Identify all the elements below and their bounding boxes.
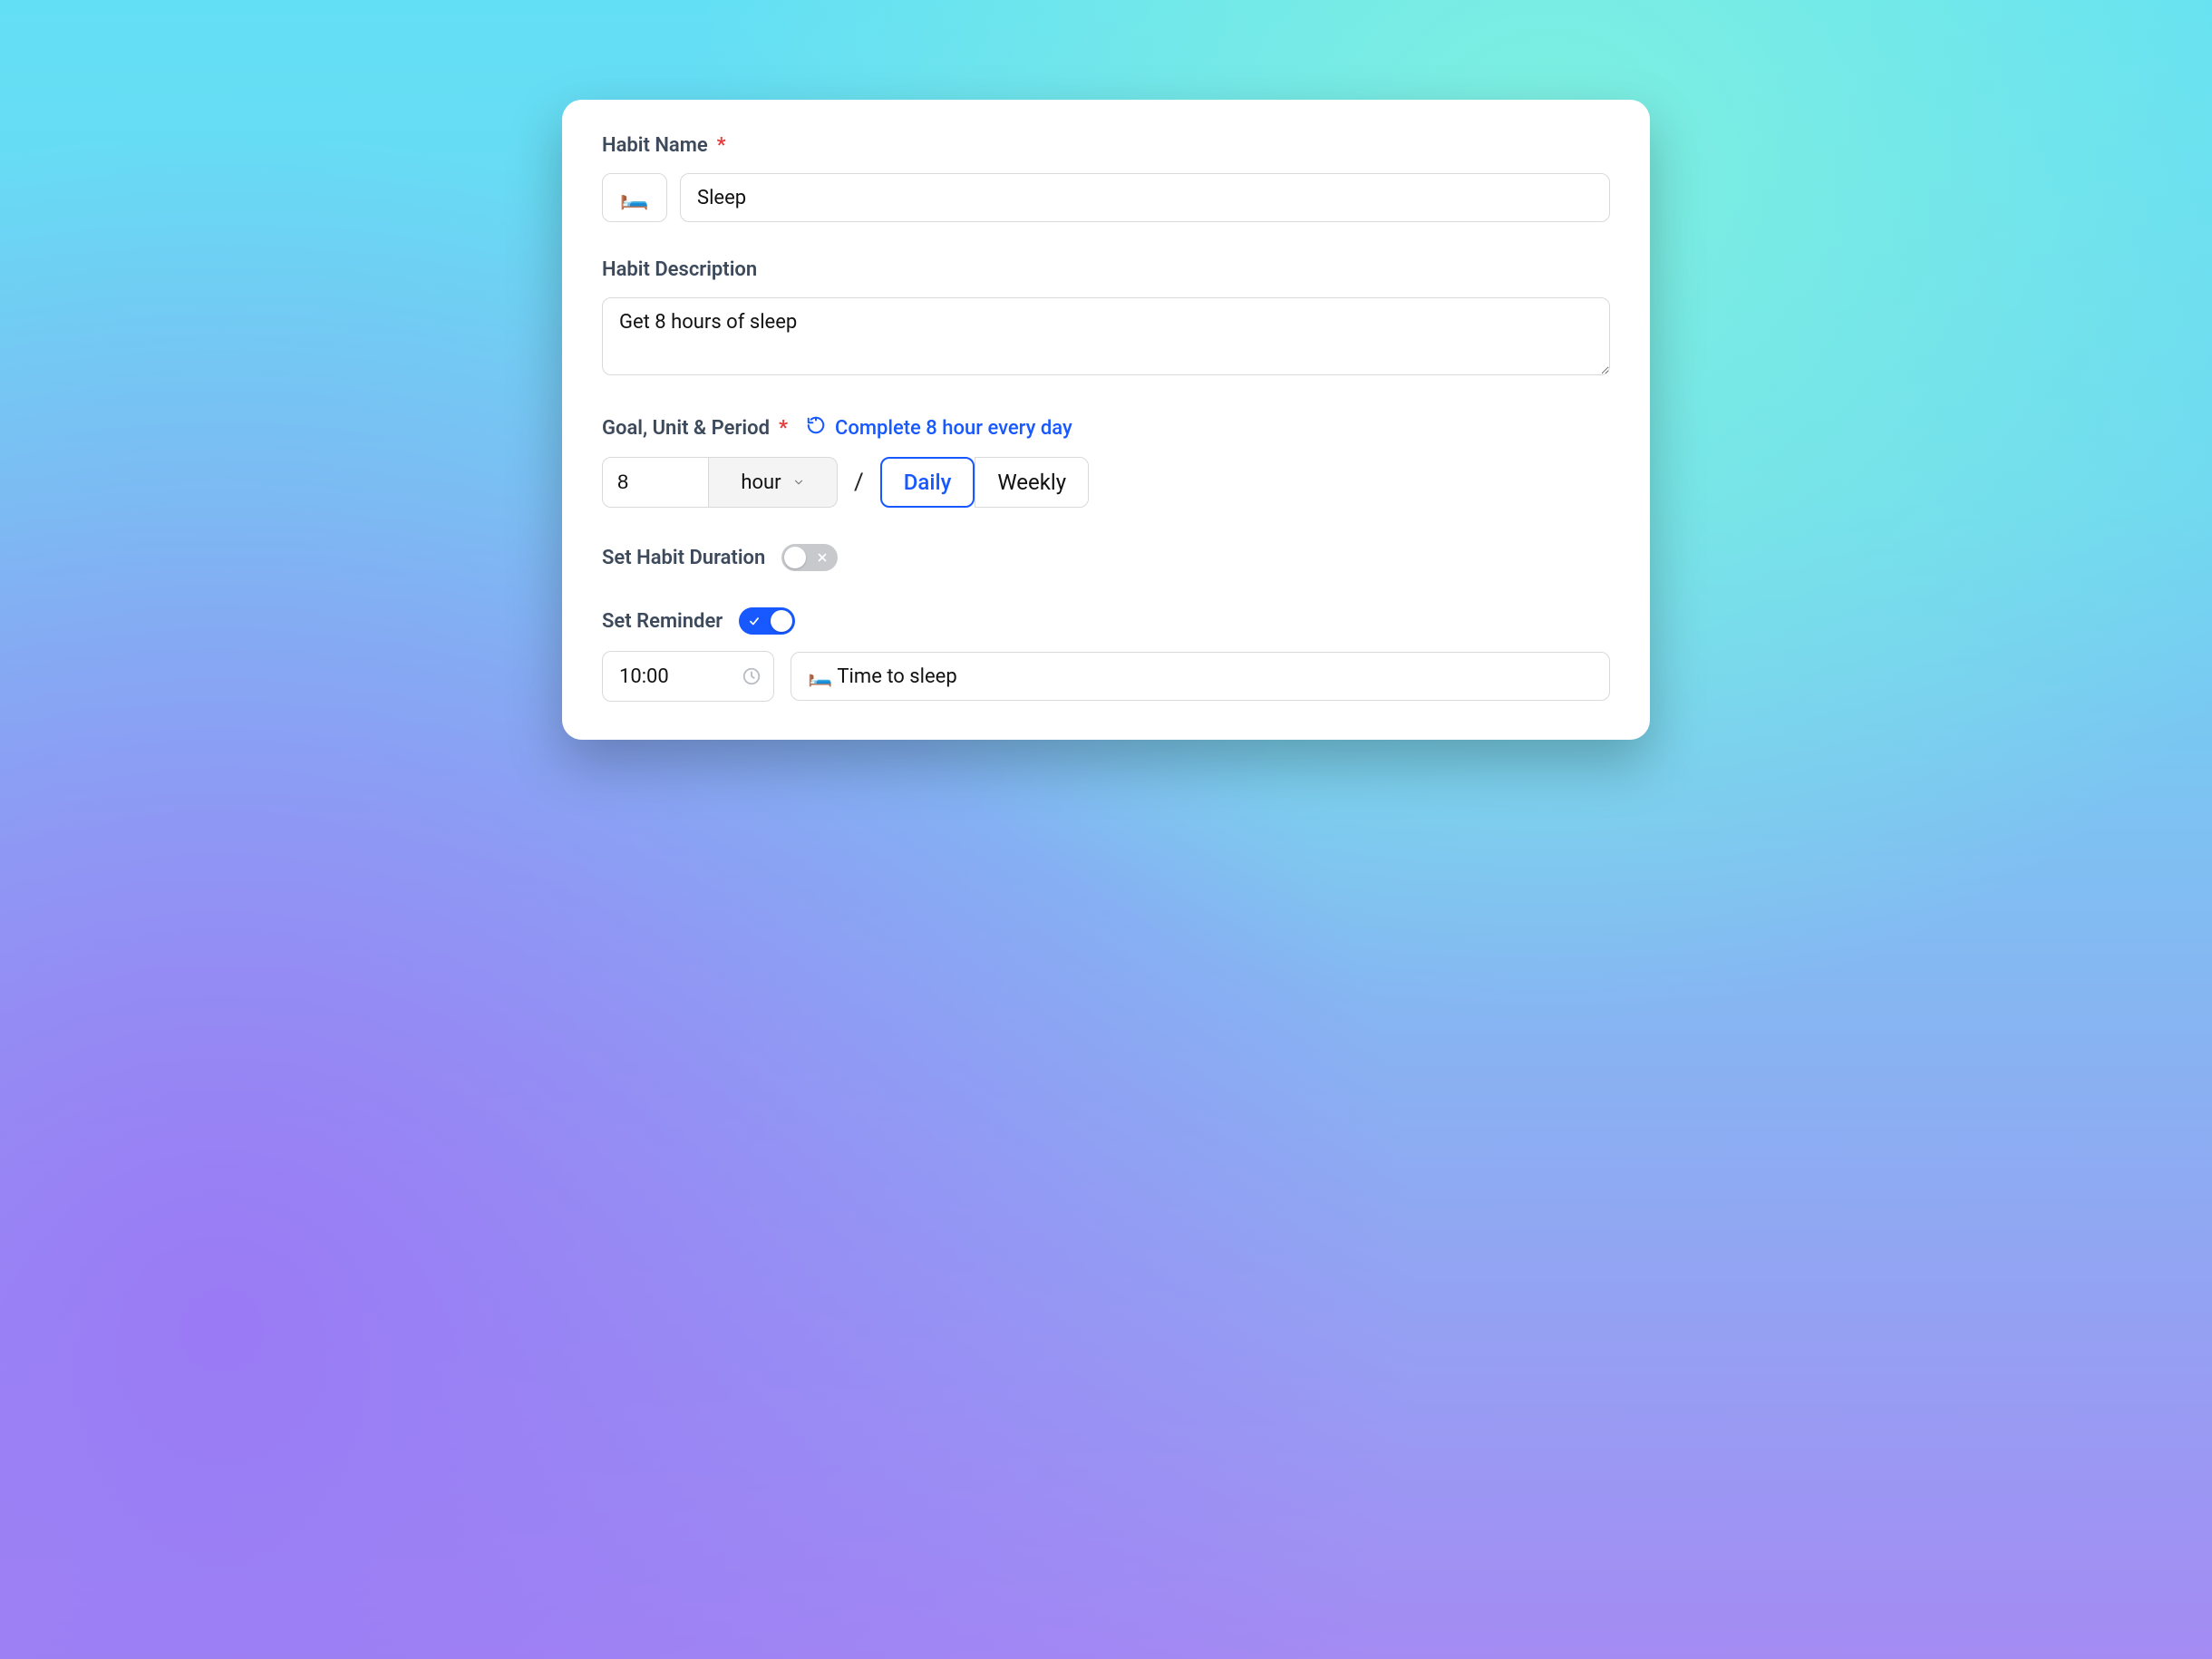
bed-icon: 🛏️ bbox=[620, 184, 649, 211]
habit-name-input[interactable] bbox=[680, 173, 1610, 222]
toggle-knob bbox=[784, 547, 806, 568]
goal-summary-text: Complete 8 hour every day bbox=[835, 417, 1072, 440]
close-icon bbox=[816, 551, 829, 564]
reminder-field: Set Reminder bbox=[602, 607, 1610, 702]
reminder-label: Set Reminder bbox=[602, 610, 723, 633]
toggle-knob bbox=[771, 610, 792, 632]
required-asterisk: * bbox=[779, 417, 788, 440]
period-option-daily[interactable]: Daily bbox=[880, 457, 975, 508]
habit-icon-picker[interactable]: 🛏️ bbox=[602, 173, 667, 222]
required-asterisk: * bbox=[717, 134, 726, 157]
habit-description-input[interactable] bbox=[602, 297, 1610, 375]
goal-value-input[interactable] bbox=[602, 457, 709, 508]
habit-name-field: Habit Name * 🛏️ bbox=[602, 134, 1610, 222]
habit-name-label-text: Habit Name bbox=[602, 134, 708, 157]
chevron-down-icon bbox=[792, 471, 805, 494]
repeat-icon bbox=[806, 415, 826, 441]
reminder-toggle[interactable] bbox=[739, 607, 795, 635]
duration-toggle[interactable] bbox=[781, 544, 838, 571]
duration-field: Set Habit Duration bbox=[602, 544, 1610, 571]
clock-icon bbox=[742, 666, 762, 686]
period-segmented: Daily Weekly bbox=[880, 457, 1089, 508]
goal-field: Goal, Unit & Period * Complete 8 hour ev… bbox=[602, 415, 1610, 508]
check-icon bbox=[748, 615, 761, 627]
goal-separator: / bbox=[854, 469, 864, 496]
habit-name-label: Habit Name * bbox=[602, 134, 1610, 157]
habit-description-field: Habit Description bbox=[602, 258, 1610, 379]
habit-form-card: Habit Name * 🛏️ Habit Description Goal, … bbox=[562, 100, 1650, 740]
duration-label: Set Habit Duration bbox=[602, 547, 765, 569]
habit-description-label-text: Habit Description bbox=[602, 258, 757, 281]
habit-description-label: Habit Description bbox=[602, 258, 1610, 281]
period-option-weekly[interactable]: Weekly bbox=[975, 457, 1089, 508]
goal-label: Goal, Unit & Period * bbox=[602, 417, 788, 440]
goal-unit-select[interactable]: hour bbox=[709, 457, 838, 508]
goal-summary: Complete 8 hour every day bbox=[806, 415, 1072, 441]
goal-unit-value: hour bbox=[741, 471, 781, 494]
reminder-time-wrap bbox=[602, 651, 774, 702]
reminder-message-input[interactable] bbox=[791, 652, 1610, 701]
goal-label-text: Goal, Unit & Period bbox=[602, 417, 770, 440]
